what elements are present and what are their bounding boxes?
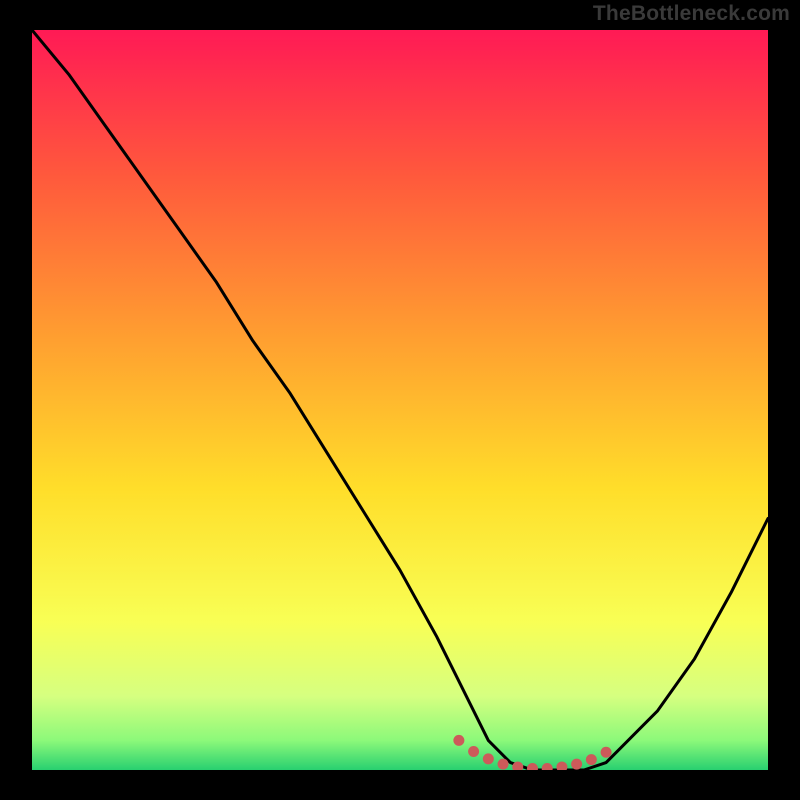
chart-marker bbox=[498, 759, 509, 770]
chart-marker bbox=[483, 753, 494, 764]
chart-marker bbox=[601, 747, 612, 758]
chart-marker bbox=[571, 759, 582, 770]
chart-marker bbox=[468, 746, 479, 757]
chart-svg bbox=[32, 30, 768, 770]
chart-frame: TheBottleneck.com bbox=[0, 0, 800, 800]
chart-background bbox=[32, 30, 768, 770]
chart-plot bbox=[32, 30, 768, 770]
chart-marker bbox=[586, 754, 597, 765]
watermark-label: TheBottleneck.com bbox=[593, 2, 790, 26]
chart-marker bbox=[453, 735, 464, 746]
